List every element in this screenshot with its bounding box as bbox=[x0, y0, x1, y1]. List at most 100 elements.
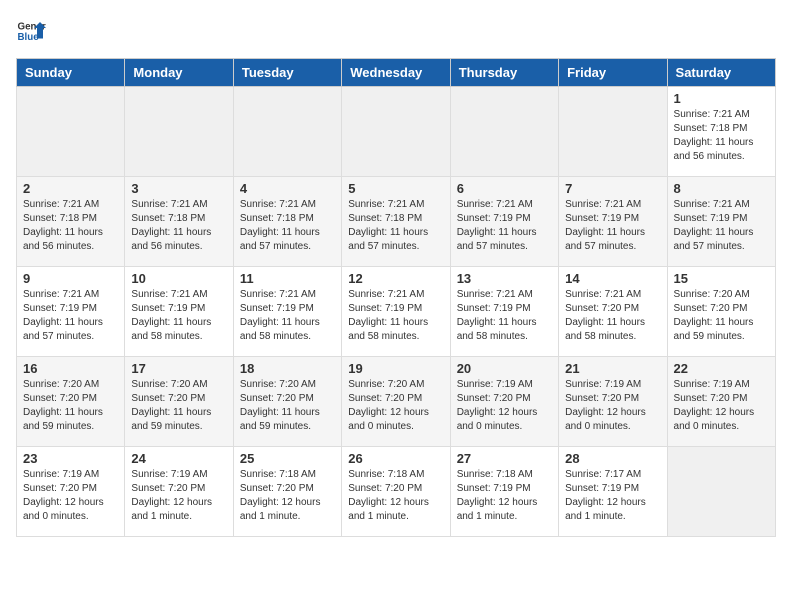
calendar-table: SundayMondayTuesdayWednesdayThursdayFrid… bbox=[16, 58, 776, 537]
day-info: Sunrise: 7:21 AM Sunset: 7:18 PM Dayligh… bbox=[674, 108, 769, 164]
day-number: 5 bbox=[348, 181, 443, 196]
calendar-cell: 18 Sunrise: 7:20 AM Sunset: 7:20 PM Dayli… bbox=[233, 357, 341, 447]
calendar-cell: 3 Sunrise: 7:21 AM Sunset: 7:18 PM Daylig… bbox=[125, 177, 233, 267]
day-header-thursday: Thursday bbox=[450, 59, 558, 87]
calendar-week-row: 2 Sunrise: 7:21 AM Sunset: 7:18 PM Daylig… bbox=[17, 177, 776, 267]
day-info: Sunrise: 7:21 AM Sunset: 7:19 PM Dayligh… bbox=[23, 288, 118, 344]
calendar-week-row: 1 Sunrise: 7:21 AM Sunset: 7:18 PM Daylig… bbox=[17, 87, 776, 177]
day-info: Sunrise: 7:21 AM Sunset: 7:19 PM Dayligh… bbox=[240, 288, 335, 344]
day-info: Sunrise: 7:21 AM Sunset: 7:19 PM Dayligh… bbox=[565, 198, 660, 254]
day-info: Sunrise: 7:20 AM Sunset: 7:20 PM Dayligh… bbox=[131, 378, 226, 434]
day-number: 23 bbox=[23, 451, 118, 466]
calendar-cell: 11 Sunrise: 7:21 AM Sunset: 7:19 PM Dayli… bbox=[233, 267, 341, 357]
calendar-cell bbox=[667, 447, 775, 537]
day-number: 13 bbox=[457, 271, 552, 286]
day-number: 1 bbox=[674, 91, 769, 106]
day-header-sunday: Sunday bbox=[17, 59, 125, 87]
day-number: 26 bbox=[348, 451, 443, 466]
calendar-cell bbox=[17, 87, 125, 177]
day-number: 20 bbox=[457, 361, 552, 376]
calendar-cell: 19 Sunrise: 7:20 AM Sunset: 7:20 PM Dayli… bbox=[342, 357, 450, 447]
calendar-cell: 15 Sunrise: 7:20 AM Sunset: 7:20 PM Dayli… bbox=[667, 267, 775, 357]
day-header-monday: Monday bbox=[125, 59, 233, 87]
day-number: 27 bbox=[457, 451, 552, 466]
day-info: Sunrise: 7:21 AM Sunset: 7:19 PM Dayligh… bbox=[457, 198, 552, 254]
calendar-cell: 26 Sunrise: 7:18 AM Sunset: 7:20 PM Dayli… bbox=[342, 447, 450, 537]
day-header-saturday: Saturday bbox=[667, 59, 775, 87]
day-header-tuesday: Tuesday bbox=[233, 59, 341, 87]
day-number: 25 bbox=[240, 451, 335, 466]
calendar-cell bbox=[233, 87, 341, 177]
day-info: Sunrise: 7:19 AM Sunset: 7:20 PM Dayligh… bbox=[131, 468, 226, 524]
day-number: 9 bbox=[23, 271, 118, 286]
day-number: 8 bbox=[674, 181, 769, 196]
day-info: Sunrise: 7:19 AM Sunset: 7:20 PM Dayligh… bbox=[457, 378, 552, 434]
day-number: 28 bbox=[565, 451, 660, 466]
day-number: 18 bbox=[240, 361, 335, 376]
day-info: Sunrise: 7:19 AM Sunset: 7:20 PM Dayligh… bbox=[23, 468, 118, 524]
calendar-cell: 20 Sunrise: 7:19 AM Sunset: 7:20 PM Dayli… bbox=[450, 357, 558, 447]
calendar-cell: 16Sunrise: 7:20 AM Sunset: 7:20 PM Dayli… bbox=[17, 357, 125, 447]
calendar-cell: 28 Sunrise: 7:17 AM Sunset: 7:19 PM Dayli… bbox=[559, 447, 667, 537]
day-number: 19 bbox=[348, 361, 443, 376]
day-number: 11 bbox=[240, 271, 335, 286]
calendar-cell: 23 Sunrise: 7:19 AM Sunset: 7:20 PM Dayli… bbox=[17, 447, 125, 537]
calendar-cell: 17 Sunrise: 7:20 AM Sunset: 7:20 PM Dayli… bbox=[125, 357, 233, 447]
day-info: Sunrise: 7:17 AM Sunset: 7:19 PM Dayligh… bbox=[565, 468, 660, 524]
calendar-cell: 7 Sunrise: 7:21 AM Sunset: 7:19 PM Daylig… bbox=[559, 177, 667, 267]
calendar-cell: 2 Sunrise: 7:21 AM Sunset: 7:18 PM Daylig… bbox=[17, 177, 125, 267]
svg-text:Blue: Blue bbox=[18, 32, 40, 43]
calendar-cell bbox=[450, 87, 558, 177]
day-number: 12 bbox=[348, 271, 443, 286]
calendar-cell: 22Sunrise: 7:19 AM Sunset: 7:20 PM Dayli… bbox=[667, 357, 775, 447]
logo-icon: General Blue bbox=[16, 16, 46, 46]
day-number: 14 bbox=[565, 271, 660, 286]
calendar-cell: 8 Sunrise: 7:21 AM Sunset: 7:19 PM Daylig… bbox=[667, 177, 775, 267]
day-info: Sunrise: 7:21 AM Sunset: 7:19 PM Dayligh… bbox=[457, 288, 552, 344]
day-info: Sunrise: 7:18 AM Sunset: 7:20 PM Dayligh… bbox=[240, 468, 335, 524]
day-info: Sunrise: 7:21 AM Sunset: 7:19 PM Dayligh… bbox=[674, 198, 769, 254]
logo: General Blue bbox=[16, 16, 50, 46]
day-number: 21 bbox=[565, 361, 660, 376]
day-info: Sunrise: 7:20 AM Sunset: 7:20 PM Dayligh… bbox=[23, 378, 118, 434]
calendar-cell: 25 Sunrise: 7:18 AM Sunset: 7:20 PM Dayli… bbox=[233, 447, 341, 537]
calendar-cell: 27 Sunrise: 7:18 AM Sunset: 7:19 PM Dayli… bbox=[450, 447, 558, 537]
calendar-week-row: 16Sunrise: 7:20 AM Sunset: 7:20 PM Dayli… bbox=[17, 357, 776, 447]
day-header-friday: Friday bbox=[559, 59, 667, 87]
day-info: Sunrise: 7:21 AM Sunset: 7:20 PM Dayligh… bbox=[565, 288, 660, 344]
day-info: Sunrise: 7:21 AM Sunset: 7:18 PM Dayligh… bbox=[240, 198, 335, 254]
calendar-cell: 1 Sunrise: 7:21 AM Sunset: 7:18 PM Daylig… bbox=[667, 87, 775, 177]
day-number: 2 bbox=[23, 181, 118, 196]
calendar-cell bbox=[559, 87, 667, 177]
day-info: Sunrise: 7:21 AM Sunset: 7:18 PM Dayligh… bbox=[348, 198, 443, 254]
day-info: Sunrise: 7:19 AM Sunset: 7:20 PM Dayligh… bbox=[674, 378, 769, 434]
calendar-cell: 24Sunrise: 7:19 AM Sunset: 7:20 PM Dayli… bbox=[125, 447, 233, 537]
day-number: 3 bbox=[131, 181, 226, 196]
day-info: Sunrise: 7:21 AM Sunset: 7:18 PM Dayligh… bbox=[131, 198, 226, 254]
calendar-week-row: 9 Sunrise: 7:21 AM Sunset: 7:19 PM Daylig… bbox=[17, 267, 776, 357]
calendar-week-row: 23 Sunrise: 7:19 AM Sunset: 7:20 PM Dayli… bbox=[17, 447, 776, 537]
day-header-wednesday: Wednesday bbox=[342, 59, 450, 87]
calendar-cell: 12Sunrise: 7:21 AM Sunset: 7:19 PM Dayli… bbox=[342, 267, 450, 357]
calendar-cell: 5 Sunrise: 7:21 AM Sunset: 7:18 PM Daylig… bbox=[342, 177, 450, 267]
calendar-cell: 14 Sunrise: 7:21 AM Sunset: 7:20 PM Dayli… bbox=[559, 267, 667, 357]
day-number: 17 bbox=[131, 361, 226, 376]
day-number: 4 bbox=[240, 181, 335, 196]
calendar-cell bbox=[125, 87, 233, 177]
day-info: Sunrise: 7:21 AM Sunset: 7:19 PM Dayligh… bbox=[131, 288, 226, 344]
calendar-cell: 13 Sunrise: 7:21 AM Sunset: 7:19 PM Dayli… bbox=[450, 267, 558, 357]
day-number: 7 bbox=[565, 181, 660, 196]
day-number: 15 bbox=[674, 271, 769, 286]
day-info: Sunrise: 7:20 AM Sunset: 7:20 PM Dayligh… bbox=[348, 378, 443, 434]
day-info: Sunrise: 7:19 AM Sunset: 7:20 PM Dayligh… bbox=[565, 378, 660, 434]
day-info: Sunrise: 7:21 AM Sunset: 7:18 PM Dayligh… bbox=[23, 198, 118, 254]
day-info: Sunrise: 7:20 AM Sunset: 7:20 PM Dayligh… bbox=[240, 378, 335, 434]
day-info: Sunrise: 7:18 AM Sunset: 7:19 PM Dayligh… bbox=[457, 468, 552, 524]
header-area: General Blue bbox=[16, 16, 776, 46]
day-info: Sunrise: 7:20 AM Sunset: 7:20 PM Dayligh… bbox=[674, 288, 769, 344]
day-info: Sunrise: 7:18 AM Sunset: 7:20 PM Dayligh… bbox=[348, 468, 443, 524]
calendar-cell: 10Sunrise: 7:21 AM Sunset: 7:19 PM Dayli… bbox=[125, 267, 233, 357]
calendar-cell: 4 Sunrise: 7:21 AM Sunset: 7:18 PM Daylig… bbox=[233, 177, 341, 267]
calendar-cell: 21 Sunrise: 7:19 AM Sunset: 7:20 PM Dayli… bbox=[559, 357, 667, 447]
calendar-cell: 6Sunrise: 7:21 AM Sunset: 7:19 PM Daylig… bbox=[450, 177, 558, 267]
